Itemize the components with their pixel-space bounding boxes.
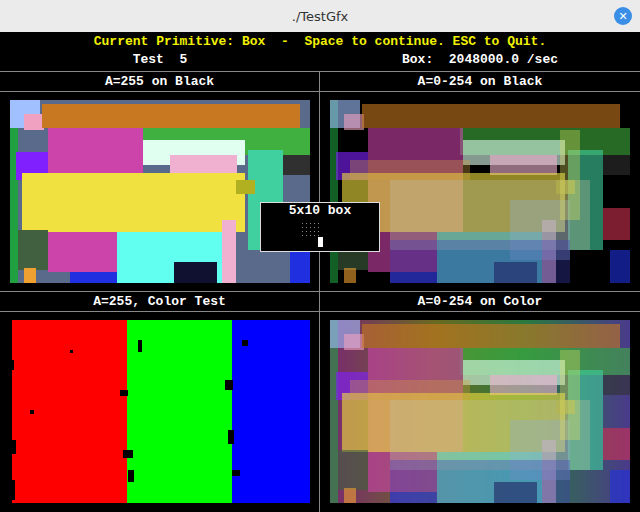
box-shape: [344, 334, 364, 350]
window-title: ./TestGfx: [292, 9, 348, 24]
box-shape: [170, 155, 237, 175]
box-shape: [338, 450, 368, 490]
box-shape: [344, 268, 356, 283]
box-shape: [390, 460, 570, 503]
box-shape: [174, 262, 217, 283]
box-shape: [70, 272, 117, 283]
panel-grid: A=255 on BlackA=0-254 on Black A=255, Col…: [0, 72, 640, 512]
box-shape: [10, 360, 14, 370]
box-shape: [138, 340, 142, 352]
box-shape: [10, 440, 16, 454]
box-shape: [560, 130, 580, 220]
box-shape: [117, 232, 222, 283]
box-shape: [610, 250, 630, 283]
box-shape: [362, 324, 620, 348]
title-bar: ./TestGfx ✕: [0, 0, 640, 32]
box-shape: [490, 375, 557, 395]
box-shape: [290, 250, 310, 283]
test-number: Test 5: [0, 51, 320, 71]
render-surface: Current Primitive: Box - Space to contin…: [0, 32, 640, 512]
box-shape: [24, 268, 36, 283]
box-shape: [242, 340, 248, 346]
primitive-line: Current Primitive: Box - Space to contin…: [0, 32, 640, 51]
box-shape: [490, 155, 557, 175]
panel-label: A=255, Color Test: [0, 292, 319, 312]
box-shape: [603, 208, 630, 240]
box-shape: [128, 470, 134, 482]
drawing-area: [10, 320, 310, 503]
box-shape: [48, 232, 117, 272]
box-shape: [350, 160, 470, 180]
color-column: [232, 320, 310, 503]
color-column: [12, 320, 129, 503]
panel-label: A=0-254 on Black: [320, 72, 640, 92]
box-shape: [18, 230, 48, 270]
test-panel: A=255 on Black: [0, 72, 320, 292]
box-shape: [225, 380, 233, 390]
box-shape: [232, 470, 240, 476]
app-window: ./TestGfx ✕ Current Primitive: Box - Space…: [0, 0, 640, 512]
test-panel: A=0-254 on Color: [320, 292, 640, 512]
box-shape: [344, 488, 356, 503]
box-shape: [610, 470, 630, 503]
close-button[interactable]: ✕: [614, 7, 632, 25]
box-shape: [70, 350, 73, 353]
test-panel: A=255, Color Test: [0, 292, 320, 512]
box-shape: [228, 430, 234, 444]
primitive-preview: 5x10 box: [260, 202, 380, 252]
preview-title: 5x10 box: [289, 203, 351, 219]
color-column: [127, 320, 232, 503]
box-shape: [283, 155, 310, 175]
drawing-area: [330, 100, 630, 283]
box-shape: [10, 100, 310, 283]
box-shape: [24, 114, 44, 130]
box-shape: [560, 350, 580, 440]
test-panel: A=0-254 on Black: [320, 72, 640, 292]
panel-label: A=255 on Black: [0, 72, 319, 92]
rate-readout: Box: 2048000.0 /sec: [320, 51, 640, 71]
box-shape: [10, 480, 15, 500]
box-shape: [120, 390, 128, 396]
box-shape: [362, 104, 620, 128]
box-shape: [222, 220, 236, 283]
box-shape: [30, 410, 34, 414]
box-shape: [236, 180, 255, 194]
box-shape: [22, 173, 245, 232]
box-shape: [603, 375, 630, 395]
stats-row: Test 5Box: 2048000.0 /sec: [0, 51, 640, 72]
box-shape: [603, 428, 630, 460]
box-shape: [123, 450, 133, 458]
panel-label: A=0-254 on Color: [320, 292, 640, 312]
drawing-area: [330, 320, 630, 503]
box-shape: [344, 114, 364, 130]
box-shape: [350, 380, 470, 400]
preview-box-icon: [300, 221, 340, 249]
box-shape: [42, 104, 300, 128]
drawing-area: [10, 100, 310, 283]
box-shape: [603, 155, 630, 175]
box-shape: [390, 240, 570, 283]
